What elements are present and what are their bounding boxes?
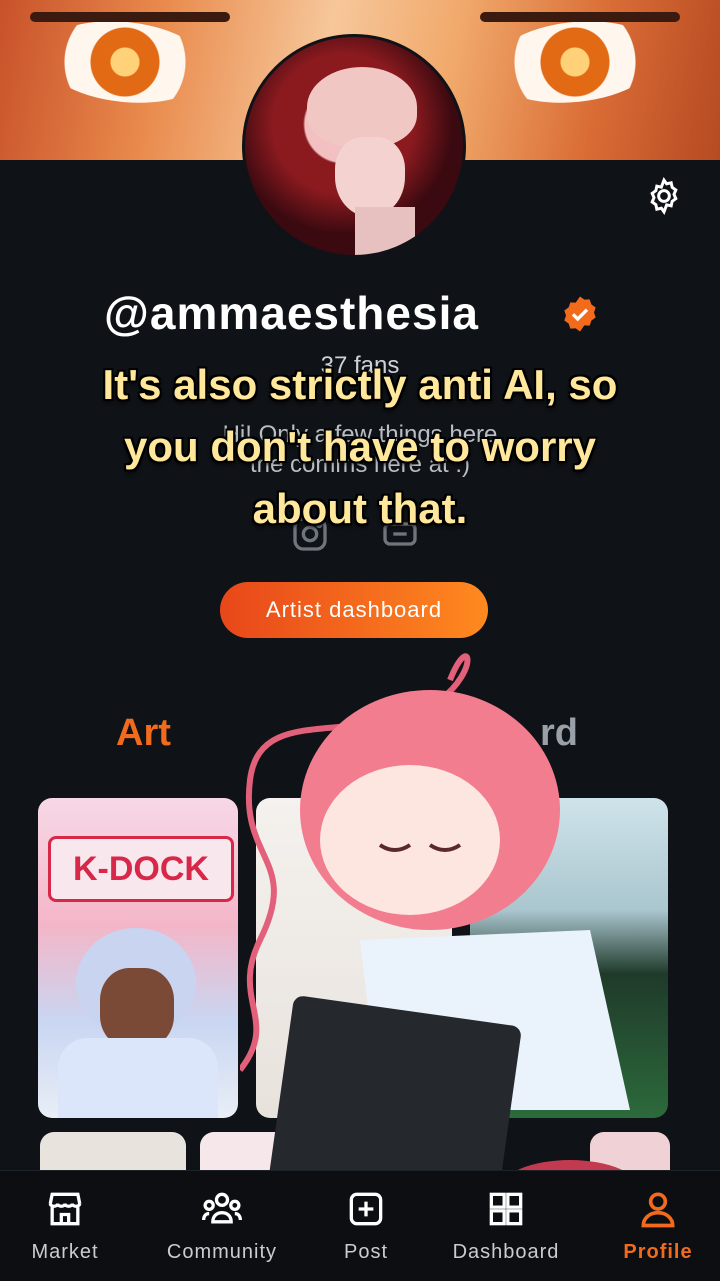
dashboard-icon <box>489 1192 523 1226</box>
banner-eye-right <box>486 13 664 111</box>
profile-username: @ammaesthesia <box>104 287 479 339</box>
banner-lash-right <box>480 12 680 22</box>
gallery-item[interactable]: K-DOCK <box>38 798 238 1118</box>
profile-avatar[interactable] <box>242 34 466 258</box>
avatar-neck <box>355 207 415 255</box>
artist-dashboard-button[interactable]: Artist dashboard <box>220 582 488 638</box>
banner-eye-left <box>36 13 214 111</box>
nav-item-community[interactable]: Community <box>150 1171 295 1281</box>
profile-icon <box>641 1192 675 1228</box>
artwork-face <box>100 968 174 1048</box>
post-icon <box>349 1192 383 1226</box>
nav-item-market[interactable]: Market <box>0 1171 130 1281</box>
store-icon <box>48 1192 82 1226</box>
nav-item-post[interactable]: Post <box>310 1171 422 1281</box>
avatar-hair <box>307 67 417 147</box>
bottom-navigation: Market Community Post Dashboard Profile <box>0 1170 720 1281</box>
community-icon <box>202 1192 242 1224</box>
vtuber-overlay-character <box>240 653 640 1220</box>
nav-label-profile: Profile <box>623 1241 693 1263</box>
video-caption: It's also strictly anti AI, so you don't… <box>102 361 618 532</box>
nav-label-community: Community <box>166 1241 278 1263</box>
artwork-body <box>58 1038 218 1118</box>
nav-label-post: Post <box>343 1241 389 1263</box>
artwork-sign-text: K-DOCK <box>48 836 234 902</box>
nav-item-profile[interactable]: Profile <box>596 1171 720 1281</box>
nav-item-dashboard[interactable]: Dashboard <box>436 1171 576 1281</box>
verified-badge-icon <box>564 296 596 332</box>
banner-lash-left <box>30 12 230 22</box>
nav-label-dashboard: Dashboard <box>452 1241 560 1263</box>
settings-gear-icon[interactable] <box>644 176 684 216</box>
tab-art[interactable]: Art <box>116 712 171 755</box>
nav-label-market: Market <box>31 1241 99 1263</box>
avatar-face <box>335 137 405 217</box>
